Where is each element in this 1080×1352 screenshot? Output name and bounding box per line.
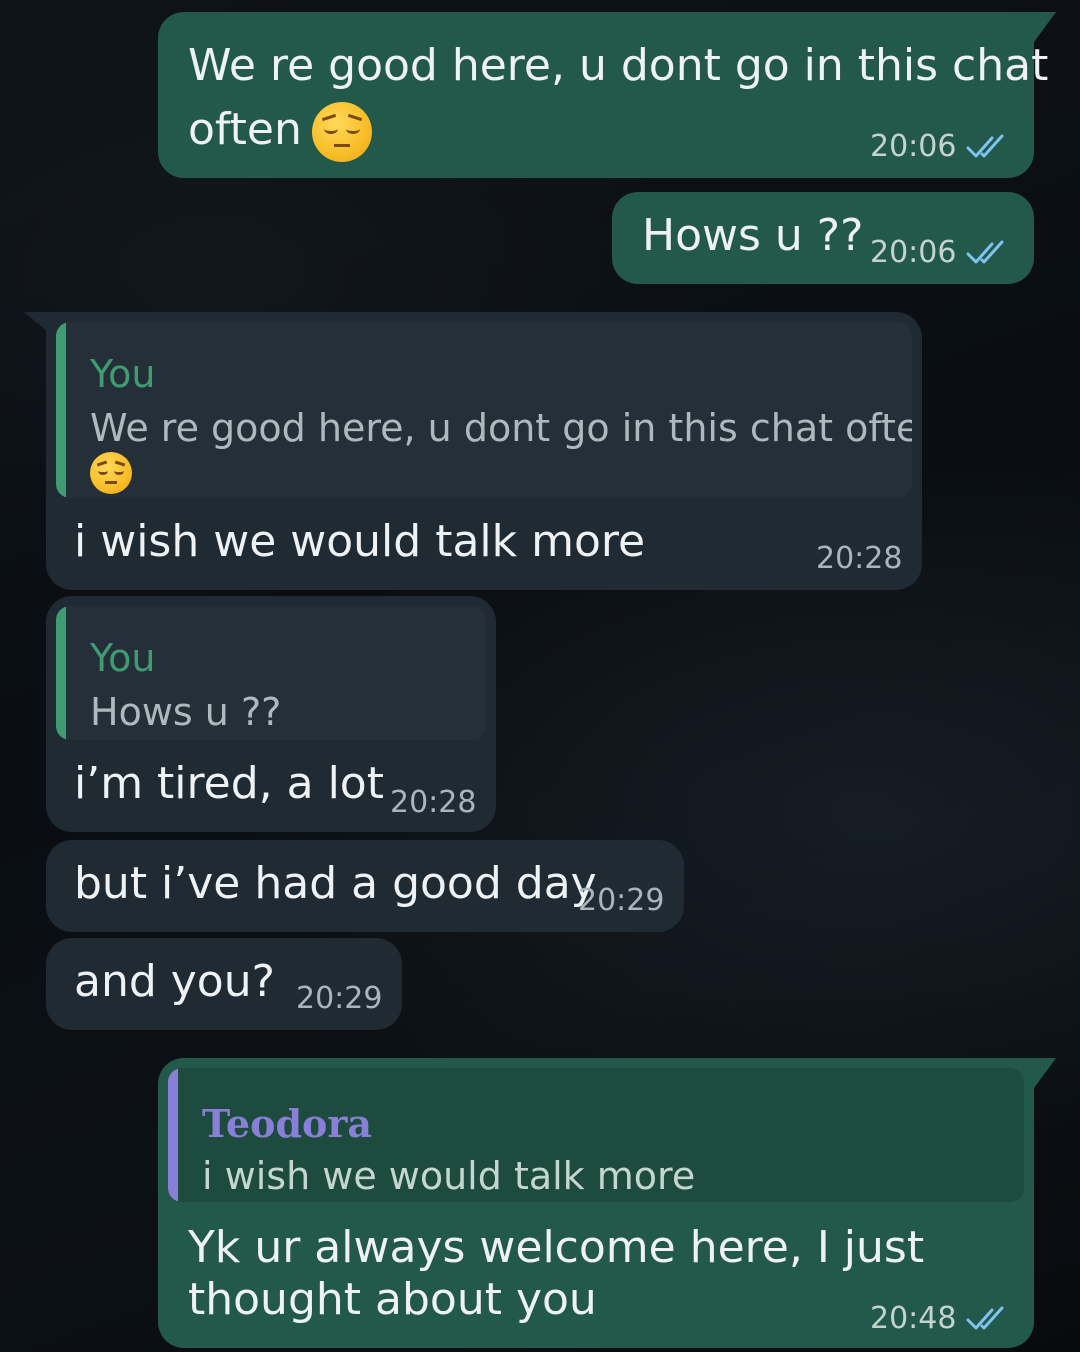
pensive-face-emoji-icon [312, 102, 372, 162]
quote-accent-bar [56, 322, 66, 498]
double-check-read-icon [966, 134, 1004, 158]
message-bubble-outgoing[interactable]: Hows u ?? 20:06 [612, 192, 1034, 284]
message-time: 20:28 [816, 541, 903, 576]
bubble-tail-icon [1020, 1058, 1056, 1088]
reply-quote[interactable]: Teodora i wish we would talk more [168, 1068, 1024, 1202]
quote-accent-bar [56, 606, 66, 740]
message-bubble-incoming[interactable]: You We re good here, u dont go in this c… [46, 312, 922, 590]
message-text: often [188, 104, 302, 155]
message-time: 20:29 [578, 883, 665, 918]
message-time: 20:06 [870, 235, 957, 270]
quote-author: Teodora [202, 1101, 372, 1146]
message-text: thought about you [188, 1274, 597, 1325]
quote-accent-bar [168, 1068, 178, 1202]
message-time: 20:48 [870, 1301, 957, 1336]
reply-quote[interactable]: You We re good here, u dont go in this c… [56, 322, 912, 498]
bubble-tail-icon [1020, 12, 1056, 42]
message-text: i’m tired, a lot [74, 758, 384, 809]
message-text: Yk ur always welcome here, I just [188, 1222, 925, 1273]
message-bubble-incoming[interactable]: and you? 20:29 [46, 938, 402, 1030]
message-text: We re good here, u dont go in this chat [188, 40, 1049, 91]
reply-quote[interactable]: You Hows u ?? [56, 606, 486, 740]
quote-author: You [90, 352, 156, 396]
message-time: 20:06 [870, 129, 957, 164]
message-bubble-incoming[interactable]: You Hows u ?? i’m tired, a lot 20:28 [46, 596, 496, 832]
message-bubble-outgoing[interactable]: We re good here, u dont go in this chat … [158, 12, 1048, 178]
message-bubble-outgoing[interactable]: Teodora i wish we would talk more Yk ur … [158, 1058, 1034, 1348]
chat-message-list[interactable]: We re good here, u dont go in this chat … [0, 0, 1080, 1352]
message-text: but i’ve had a good day [74, 858, 597, 909]
message-text: i wish we would talk more [74, 516, 646, 567]
pensive-face-emoji-icon [90, 452, 132, 494]
message-time: 20:29 [296, 981, 383, 1016]
message-text: Hows u ?? [642, 210, 864, 261]
message-text: and you? [74, 956, 275, 1007]
double-check-read-icon [966, 1306, 1004, 1330]
quote-text: Hows u ?? [90, 690, 282, 734]
message-time: 20:28 [390, 785, 477, 820]
double-check-read-icon [966, 240, 1004, 264]
quote-author: You [90, 636, 156, 680]
quote-text: We re good here, u dont go in this chat … [90, 406, 912, 450]
message-bubble-incoming[interactable]: but i’ve had a good day 20:29 [46, 840, 684, 932]
quote-text: i wish we would talk more [202, 1154, 696, 1198]
